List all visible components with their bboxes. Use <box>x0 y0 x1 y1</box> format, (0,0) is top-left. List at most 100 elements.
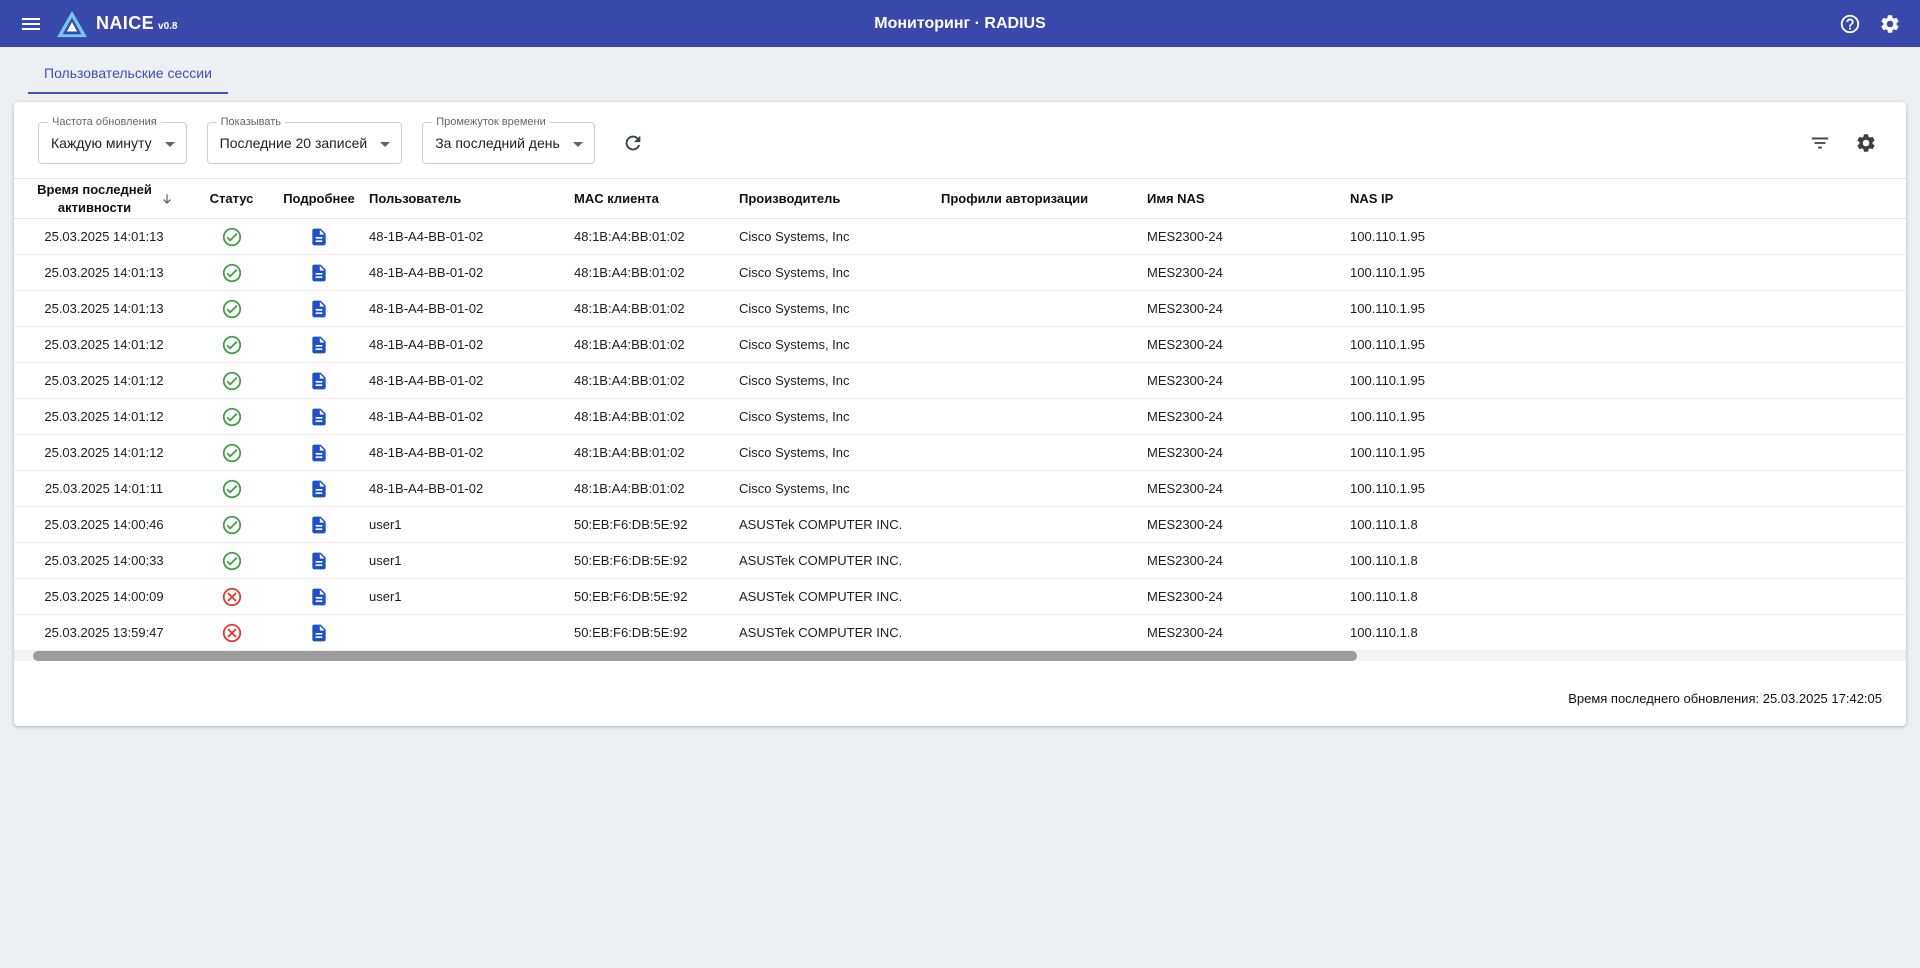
cell-user: user1 <box>369 507 574 543</box>
column-header-mac[interactable]: MAC клиента <box>574 179 739 219</box>
gear-icon[interactable] <box>1874 8 1906 40</box>
details-button[interactable] <box>307 621 331 645</box>
chevron-down-icon <box>165 142 175 147</box>
cell-user <box>369 615 574 651</box>
cell-details <box>269 615 369 651</box>
check-circle-icon <box>221 442 243 464</box>
column-settings-gear-icon[interactable] <box>1850 127 1882 159</box>
cell-nas-name: MES2300-24 <box>1147 507 1350 543</box>
column-header-nas-name[interactable]: Имя NAS <box>1147 179 1350 219</box>
column-header-last-activity[interactable]: Время последней активности <box>14 179 194 219</box>
cell-status <box>194 579 269 615</box>
scrollbar-thumb[interactable] <box>33 651 1357 661</box>
cell-mac: 48:1B:A4:BB:01:02 <box>574 399 739 435</box>
cell-auth-profiles <box>941 435 1147 471</box>
cell-status <box>194 255 269 291</box>
filters-toolbar: Частота обновления Каждую минуту Показыв… <box>14 102 1906 178</box>
table-row: 25.03.2025 13:59:4750:EB:F6:DB:5E:92ASUS… <box>14 615 1906 651</box>
help-icon[interactable] <box>1834 8 1866 40</box>
cell-nas-ip: 100.110.1.8 <box>1350 615 1906 651</box>
details-button[interactable] <box>307 585 331 609</box>
details-button[interactable] <box>307 333 331 357</box>
select-value: Последние 20 записей <box>220 135 368 151</box>
cell-user: 48-1B-A4-BB-01-02 <box>369 255 574 291</box>
cell-nas-name: MES2300-24 <box>1147 255 1350 291</box>
cell-details <box>269 543 369 579</box>
cell-last-activity: 25.03.2025 14:00:09 <box>14 579 194 615</box>
details-button[interactable] <box>307 513 331 537</box>
cell-auth-profiles <box>941 399 1147 435</box>
select-label: Частота обновления <box>48 116 161 128</box>
table-row: 25.03.2025 14:01:1148-1B-A4-BB-01-0248:1… <box>14 471 1906 507</box>
cell-mac: 48:1B:A4:BB:01:02 <box>574 219 739 255</box>
cell-nas-ip: 100.110.1.95 <box>1350 327 1906 363</box>
check-circle-icon <box>221 226 243 248</box>
time-range-select[interactable]: Промежуток времени За последний день <box>422 122 595 164</box>
details-button[interactable] <box>307 441 331 465</box>
document-icon <box>309 587 329 607</box>
document-icon <box>309 227 329 247</box>
filter-icon[interactable] <box>1804 127 1836 159</box>
column-header-auth-profiles[interactable]: Профили авторизации <box>941 179 1147 219</box>
cell-mac: 50:EB:F6:DB:5E:92 <box>574 543 739 579</box>
cell-auth-profiles <box>941 471 1147 507</box>
horizontal-scrollbar[interactable] <box>14 651 1906 661</box>
refresh-rate-select[interactable]: Частота обновления Каждую минуту <box>38 122 187 164</box>
document-icon <box>309 623 329 643</box>
cell-nas-name: MES2300-24 <box>1147 291 1350 327</box>
table-row: 25.03.2025 14:01:1248-1B-A4-BB-01-0248:1… <box>14 363 1906 399</box>
cell-nas-name: MES2300-24 <box>1147 219 1350 255</box>
cell-details <box>269 327 369 363</box>
cell-details <box>269 219 369 255</box>
details-button[interactable] <box>307 297 331 321</box>
cell-nas-ip: 100.110.1.8 <box>1350 507 1906 543</box>
column-header-nas-ip[interactable]: NAS IP <box>1350 179 1906 219</box>
cell-details <box>269 363 369 399</box>
details-button[interactable] <box>307 369 331 393</box>
cell-last-activity: 25.03.2025 14:01:12 <box>14 363 194 399</box>
cell-vendor: ASUSTek COMPUTER INC. <box>739 615 941 651</box>
details-button[interactable] <box>307 225 331 249</box>
details-button[interactable] <box>307 261 331 285</box>
table-row: 25.03.2025 14:00:09user150:EB:F6:DB:5E:9… <box>14 579 1906 615</box>
cell-last-activity: 25.03.2025 14:01:11 <box>14 471 194 507</box>
column-header-vendor[interactable]: Производитель <box>739 179 941 219</box>
table-row: 25.03.2025 14:01:1248-1B-A4-BB-01-0248:1… <box>14 399 1906 435</box>
check-circle-icon <box>221 514 243 536</box>
cell-auth-profiles <box>941 543 1147 579</box>
document-icon <box>309 479 329 499</box>
column-header-details[interactable]: Подробнее <box>269 179 369 219</box>
cell-details <box>269 435 369 471</box>
check-circle-icon <box>221 478 243 500</box>
cell-nas-ip: 100.110.1.8 <box>1350 579 1906 615</box>
records-count-select[interactable]: Показывать Последние 20 записей <box>207 122 403 164</box>
cell-nas-name: MES2300-24 <box>1147 579 1350 615</box>
table-header-row: Время последней активности Статус Подроб… <box>14 179 1906 219</box>
cell-vendor: Cisco Systems, Inc <box>739 363 941 399</box>
select-value: Каждую минуту <box>51 135 152 151</box>
check-circle-icon <box>221 262 243 284</box>
cell-vendor: Cisco Systems, Inc <box>739 255 941 291</box>
cell-nas-name: MES2300-24 <box>1147 435 1350 471</box>
cell-last-activity: 25.03.2025 14:01:13 <box>14 291 194 327</box>
cell-details <box>269 399 369 435</box>
column-header-status[interactable]: Статус <box>194 179 269 219</box>
cell-nas-ip: 100.110.1.95 <box>1350 399 1906 435</box>
details-button[interactable] <box>307 477 331 501</box>
cell-auth-profiles <box>941 291 1147 327</box>
column-header-user[interactable]: Пользователь <box>369 179 574 219</box>
app-name: NAICE <box>96 13 154 34</box>
refresh-icon[interactable] <box>617 127 649 159</box>
hamburger-menu-icon[interactable] <box>14 7 48 41</box>
cell-status <box>194 219 269 255</box>
tab-user-sessions[interactable]: Пользовательские сессии <box>28 53 228 94</box>
details-button[interactable] <box>307 549 331 573</box>
cell-auth-profiles <box>941 507 1147 543</box>
cell-nas-ip: 100.110.1.95 <box>1350 363 1906 399</box>
table-row: 25.03.2025 14:01:1348-1B-A4-BB-01-0248:1… <box>14 291 1906 327</box>
cell-nas-ip: 100.110.1.95 <box>1350 291 1906 327</box>
cell-status <box>194 291 269 327</box>
cell-vendor: Cisco Systems, Inc <box>739 291 941 327</box>
details-button[interactable] <box>307 405 331 429</box>
cell-auth-profiles <box>941 255 1147 291</box>
